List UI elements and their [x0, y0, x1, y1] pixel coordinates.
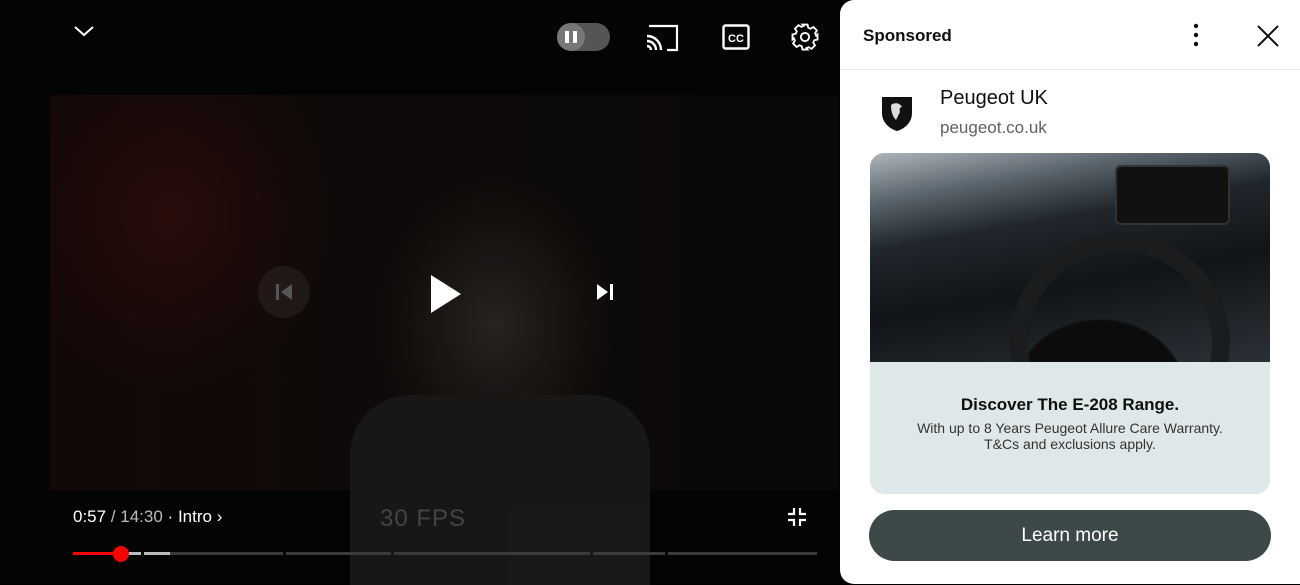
ad-body-line-2: T&Cs and exclusions apply.: [984, 436, 1156, 452]
ad-body-line-1: With up to 8 Years Peugeot Allure Care W…: [917, 420, 1223, 436]
next-icon: [597, 284, 613, 300]
previous-button[interactable]: [258, 266, 310, 318]
ad-panel: Sponsored Peugeot UK peugeot.co.uk Disco…: [840, 0, 1300, 584]
sponsored-label: Sponsored: [863, 26, 952, 45]
car-screen: [1115, 165, 1230, 225]
advertiser-name[interactable]: Peugeot UK: [940, 87, 1048, 110]
exit-fullscreen-icon[interactable]: [786, 506, 808, 528]
closed-captions-icon[interactable]: CC: [722, 24, 750, 50]
ad-panel-header: Sponsored: [840, 0, 1300, 70]
autoplay-toggle[interactable]: [557, 23, 610, 51]
chapter-segment[interactable]: [286, 552, 391, 555]
duration: 14:30: [120, 507, 163, 526]
play-button[interactable]: [418, 266, 474, 322]
scrubber-handle[interactable]: [113, 546, 129, 562]
ad-image[interactable]: [870, 153, 1270, 362]
pause-toggle-icon: [557, 23, 585, 51]
more-options-icon[interactable]: [1188, 23, 1204, 47]
buffered-bar: [144, 552, 170, 555]
time-separator: /: [106, 507, 121, 526]
previous-icon: [276, 284, 292, 300]
advertiser-domain[interactable]: peugeot.co.uk: [940, 118, 1047, 138]
learn-more-button[interactable]: Learn more: [869, 510, 1271, 561]
close-icon[interactable]: [1256, 24, 1280, 48]
chapter-title: Intro: [177, 507, 212, 526]
chapter-segment[interactable]: [668, 552, 817, 555]
chapter-button[interactable]: · Intro ›: [168, 507, 223, 526]
chapter-segment[interactable]: [394, 552, 590, 555]
video-player[interactable]: 30 FPS CC 0:57 / 14:30 · Intro ›: [0, 0, 840, 585]
svg-text:CC: CC: [728, 33, 744, 45]
next-button[interactable]: [585, 272, 625, 312]
chapter-segment[interactable]: [593, 552, 665, 555]
ad-text-card[interactable]: Discover The E-208 Range. With up to 8 Y…: [870, 362, 1270, 494]
video-person: [350, 395, 650, 585]
ad-headline: Discover The E-208 Range.: [960, 395, 1180, 414]
chevron-down-icon[interactable]: [73, 22, 95, 40]
cast-icon[interactable]: [645, 24, 679, 52]
steering-wheel: [1010, 233, 1230, 362]
time-display: 0:57 / 14:30 · Intro ›: [73, 507, 222, 527]
shirt-text: 30 FPS: [380, 505, 467, 532]
settings-icon[interactable]: [790, 22, 820, 52]
play-icon: [431, 275, 461, 313]
current-time: 0:57: [73, 507, 107, 526]
peugeot-logo: [882, 97, 912, 131]
